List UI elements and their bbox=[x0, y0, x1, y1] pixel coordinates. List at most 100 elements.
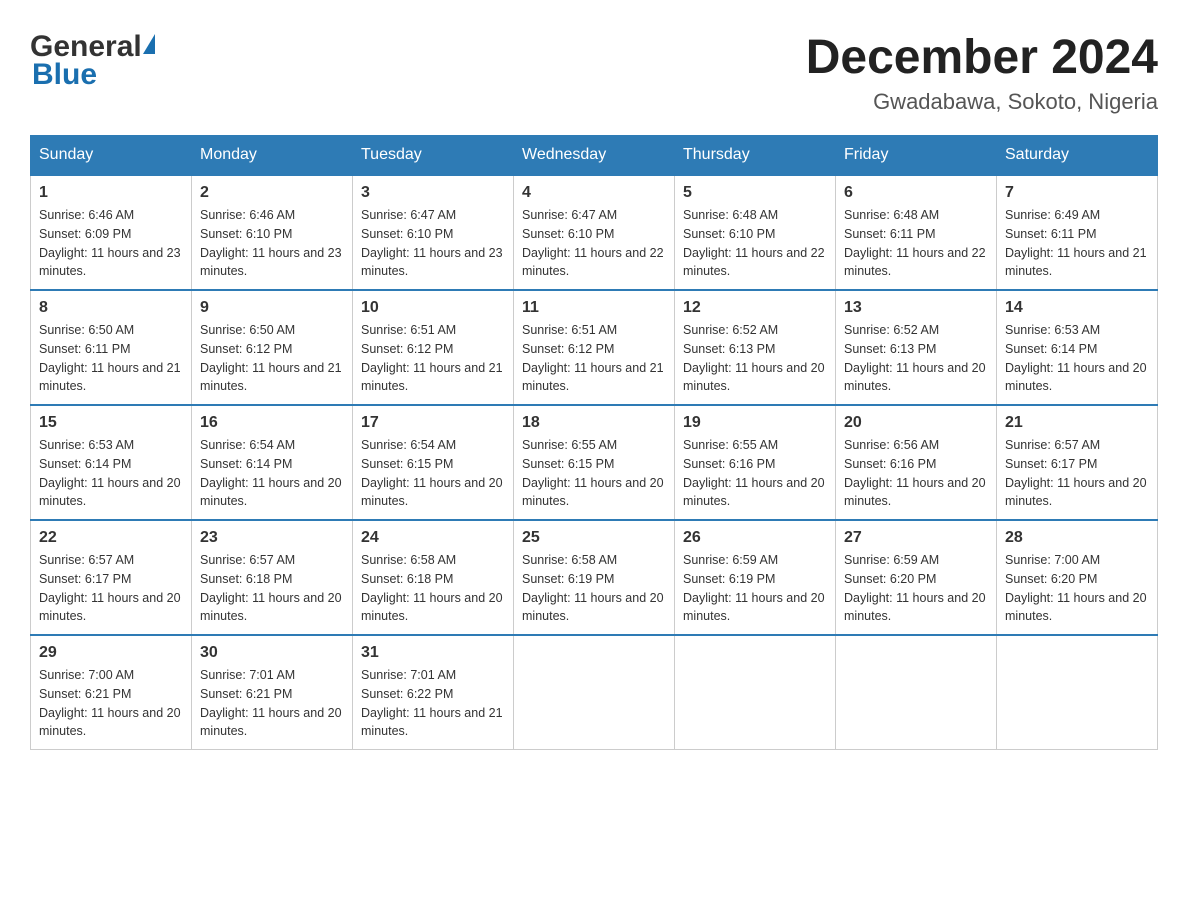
day-info: Sunrise: 6:55 AMSunset: 6:15 PMDaylight:… bbox=[522, 436, 666, 511]
day-info: Sunrise: 7:00 AMSunset: 6:20 PMDaylight:… bbox=[1005, 551, 1149, 626]
day-cell: 25 Sunrise: 6:58 AMSunset: 6:19 PMDayligh… bbox=[514, 520, 675, 635]
day-info: Sunrise: 7:01 AMSunset: 6:21 PMDaylight:… bbox=[200, 666, 344, 741]
day-info: Sunrise: 6:50 AMSunset: 6:11 PMDaylight:… bbox=[39, 321, 183, 396]
day-number: 28 bbox=[1005, 529, 1149, 547]
logo: General Blue bbox=[30, 30, 155, 92]
day-info: Sunrise: 6:58 AMSunset: 6:19 PMDaylight:… bbox=[522, 551, 666, 626]
day-cell: 17 Sunrise: 6:54 AMSunset: 6:15 PMDayligh… bbox=[353, 405, 514, 520]
day-number: 4 bbox=[522, 184, 666, 202]
day-info: Sunrise: 6:52 AMSunset: 6:13 PMDaylight:… bbox=[683, 321, 827, 396]
day-info: Sunrise: 6:48 AMSunset: 6:11 PMDaylight:… bbox=[844, 206, 988, 281]
day-cell: 21 Sunrise: 6:57 AMSunset: 6:17 PMDayligh… bbox=[997, 405, 1158, 520]
day-cell: 7 Sunrise: 6:49 AMSunset: 6:11 PMDaylight… bbox=[997, 175, 1158, 290]
day-number: 7 bbox=[1005, 184, 1149, 202]
header-day-wednesday: Wednesday bbox=[514, 136, 675, 176]
day-info: Sunrise: 6:47 AMSunset: 6:10 PMDaylight:… bbox=[361, 206, 505, 281]
day-cell: 24 Sunrise: 6:58 AMSunset: 6:18 PMDayligh… bbox=[353, 520, 514, 635]
day-info: Sunrise: 6:58 AMSunset: 6:18 PMDaylight:… bbox=[361, 551, 505, 626]
day-number: 8 bbox=[39, 299, 183, 317]
day-info: Sunrise: 6:53 AMSunset: 6:14 PMDaylight:… bbox=[1005, 321, 1149, 396]
day-cell: 19 Sunrise: 6:55 AMSunset: 6:16 PMDayligh… bbox=[675, 405, 836, 520]
calendar-header: SundayMondayTuesdayWednesdayThursdayFrid… bbox=[31, 136, 1158, 176]
week-row-2: 8 Sunrise: 6:50 AMSunset: 6:11 PMDaylight… bbox=[31, 290, 1158, 405]
day-number: 19 bbox=[683, 414, 827, 432]
day-info: Sunrise: 6:51 AMSunset: 6:12 PMDaylight:… bbox=[361, 321, 505, 396]
day-cell: 11 Sunrise: 6:51 AMSunset: 6:12 PMDayligh… bbox=[514, 290, 675, 405]
day-cell: 29 Sunrise: 7:00 AMSunset: 6:21 PMDayligh… bbox=[31, 635, 192, 750]
day-cell: 15Sunrise: 6:53 AMSunset: 6:14 PMDayligh… bbox=[31, 405, 192, 520]
day-cell: 14Sunrise: 6:53 AMSunset: 6:14 PMDayligh… bbox=[997, 290, 1158, 405]
day-number: 26 bbox=[683, 529, 827, 547]
day-number: 2 bbox=[200, 184, 344, 202]
day-cell: 10Sunrise: 6:51 AMSunset: 6:12 PMDayligh… bbox=[353, 290, 514, 405]
day-cell bbox=[836, 635, 997, 750]
day-number: 20 bbox=[844, 414, 988, 432]
logo-blue-text: Blue bbox=[32, 58, 97, 92]
day-number: 1 bbox=[39, 184, 183, 202]
day-number: 15 bbox=[39, 414, 183, 432]
day-number: 29 bbox=[39, 644, 183, 662]
day-cell: 2 Sunrise: 6:46 AMSunset: 6:10 PMDaylight… bbox=[192, 175, 353, 290]
week-row-5: 29 Sunrise: 7:00 AMSunset: 6:21 PMDayligh… bbox=[31, 635, 1158, 750]
day-info: Sunrise: 6:54 AMSunset: 6:14 PMDaylight:… bbox=[200, 436, 344, 511]
calendar-table: SundayMondayTuesdayWednesdayThursdayFrid… bbox=[30, 135, 1158, 750]
day-number: 21 bbox=[1005, 414, 1149, 432]
header-day-saturday: Saturday bbox=[997, 136, 1158, 176]
day-number: 5 bbox=[683, 184, 827, 202]
day-cell: 4 Sunrise: 6:47 AMSunset: 6:10 PMDaylight… bbox=[514, 175, 675, 290]
day-info: Sunrise: 6:46 AMSunset: 6:10 PMDaylight:… bbox=[200, 206, 344, 281]
header-day-tuesday: Tuesday bbox=[353, 136, 514, 176]
day-cell bbox=[675, 635, 836, 750]
day-cell: 9 Sunrise: 6:50 AMSunset: 6:12 PMDaylight… bbox=[192, 290, 353, 405]
day-info: Sunrise: 6:59 AMSunset: 6:19 PMDaylight:… bbox=[683, 551, 827, 626]
day-info: Sunrise: 6:55 AMSunset: 6:16 PMDaylight:… bbox=[683, 436, 827, 511]
day-number: 18 bbox=[522, 414, 666, 432]
calendar-body: 1Sunrise: 6:46 AMSunset: 6:09 PMDaylight… bbox=[31, 175, 1158, 750]
day-cell: 27Sunrise: 6:59 AMSunset: 6:20 PMDayligh… bbox=[836, 520, 997, 635]
day-number: 3 bbox=[361, 184, 505, 202]
day-info: Sunrise: 6:48 AMSunset: 6:10 PMDaylight:… bbox=[683, 206, 827, 281]
day-info: Sunrise: 6:50 AMSunset: 6:12 PMDaylight:… bbox=[200, 321, 344, 396]
day-number: 12 bbox=[683, 299, 827, 317]
day-cell: 12 Sunrise: 6:52 AMSunset: 6:13 PMDayligh… bbox=[675, 290, 836, 405]
day-cell: 18 Sunrise: 6:55 AMSunset: 6:15 PMDayligh… bbox=[514, 405, 675, 520]
day-cell: 23 Sunrise: 6:57 AMSunset: 6:18 PMDayligh… bbox=[192, 520, 353, 635]
day-number: 23 bbox=[200, 529, 344, 547]
title-section: December 2024 Gwadabawa, Sokoto, Nigeria bbox=[806, 30, 1158, 115]
day-cell: 16Sunrise: 6:54 AMSunset: 6:14 PMDayligh… bbox=[192, 405, 353, 520]
day-info: Sunrise: 6:57 AMSunset: 6:18 PMDaylight:… bbox=[200, 551, 344, 626]
week-row-4: 22 Sunrise: 6:57 AMSunset: 6:17 PMDayligh… bbox=[31, 520, 1158, 635]
day-number: 25 bbox=[522, 529, 666, 547]
day-number: 11 bbox=[522, 299, 666, 317]
day-number: 9 bbox=[200, 299, 344, 317]
day-cell: 5 Sunrise: 6:48 AMSunset: 6:10 PMDaylight… bbox=[675, 175, 836, 290]
day-info: Sunrise: 6:54 AMSunset: 6:15 PMDaylight:… bbox=[361, 436, 505, 511]
week-row-1: 1Sunrise: 6:46 AMSunset: 6:09 PMDaylight… bbox=[31, 175, 1158, 290]
day-cell: 1Sunrise: 6:46 AMSunset: 6:09 PMDaylight… bbox=[31, 175, 192, 290]
day-info: Sunrise: 7:00 AMSunset: 6:21 PMDaylight:… bbox=[39, 666, 183, 741]
day-cell: 22 Sunrise: 6:57 AMSunset: 6:17 PMDayligh… bbox=[31, 520, 192, 635]
day-info: Sunrise: 6:47 AMSunset: 6:10 PMDaylight:… bbox=[522, 206, 666, 281]
day-info: Sunrise: 6:51 AMSunset: 6:12 PMDaylight:… bbox=[522, 321, 666, 396]
day-cell: 30Sunrise: 7:01 AMSunset: 6:21 PMDayligh… bbox=[192, 635, 353, 750]
day-info: Sunrise: 6:52 AMSunset: 6:13 PMDaylight:… bbox=[844, 321, 988, 396]
header-day-sunday: Sunday bbox=[31, 136, 192, 176]
day-cell: 20Sunrise: 6:56 AMSunset: 6:16 PMDayligh… bbox=[836, 405, 997, 520]
day-cell: 26 Sunrise: 6:59 AMSunset: 6:19 PMDayligh… bbox=[675, 520, 836, 635]
header-day-thursday: Thursday bbox=[675, 136, 836, 176]
day-number: 22 bbox=[39, 529, 183, 547]
day-number: 24 bbox=[361, 529, 505, 547]
page-header: General Blue December 2024 Gwadabawa, So… bbox=[30, 30, 1158, 115]
day-info: Sunrise: 6:57 AMSunset: 6:17 PMDaylight:… bbox=[1005, 436, 1149, 511]
day-cell: 3 Sunrise: 6:47 AMSunset: 6:10 PMDaylight… bbox=[353, 175, 514, 290]
day-cell: 8 Sunrise: 6:50 AMSunset: 6:11 PMDaylight… bbox=[31, 290, 192, 405]
day-number: 27 bbox=[844, 529, 988, 547]
day-info: Sunrise: 7:01 AMSunset: 6:22 PMDaylight:… bbox=[361, 666, 505, 741]
day-info: Sunrise: 6:57 AMSunset: 6:17 PMDaylight:… bbox=[39, 551, 183, 626]
day-info: Sunrise: 6:49 AMSunset: 6:11 PMDaylight:… bbox=[1005, 206, 1149, 281]
day-cell: 28 Sunrise: 7:00 AMSunset: 6:20 PMDayligh… bbox=[997, 520, 1158, 635]
day-number: 17 bbox=[361, 414, 505, 432]
day-cell bbox=[997, 635, 1158, 750]
logo-triangle bbox=[143, 34, 155, 54]
header-row: SundayMondayTuesdayWednesdayThursdayFrid… bbox=[31, 136, 1158, 176]
